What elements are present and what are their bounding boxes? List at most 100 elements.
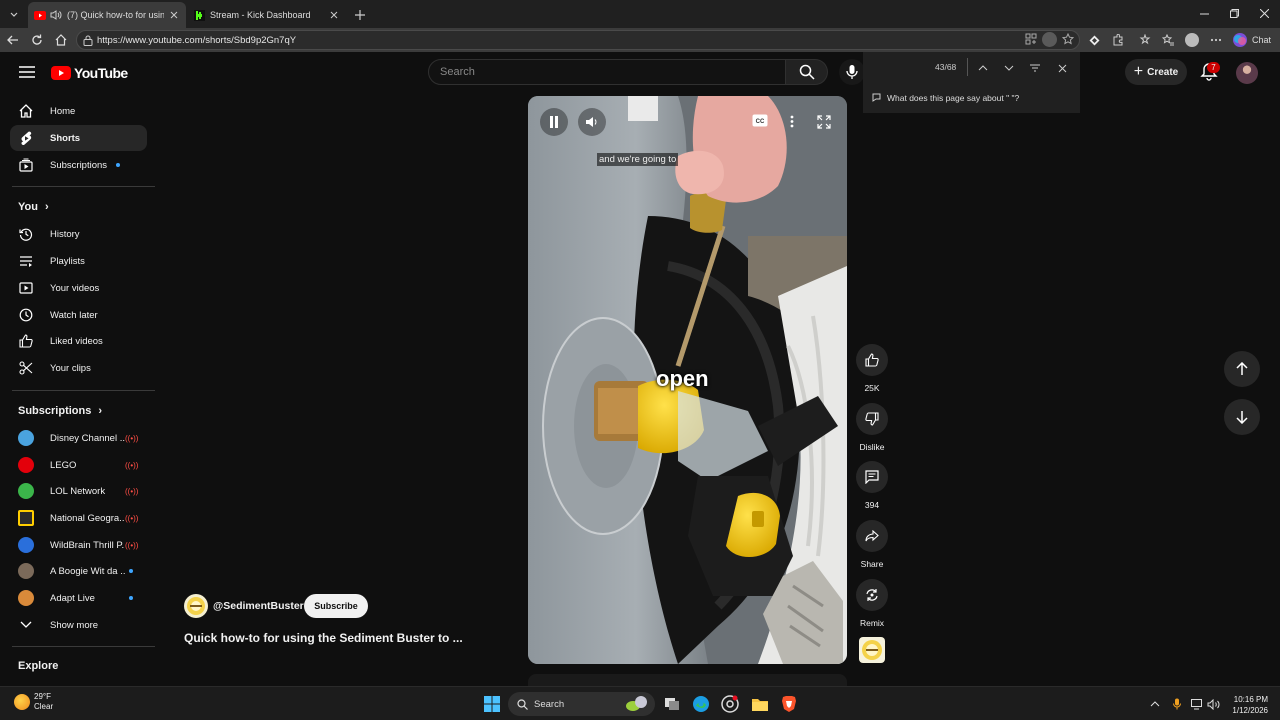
fullscreen-icon[interactable] <box>817 115 831 129</box>
new-tab-button[interactable] <box>350 2 370 28</box>
remix-button[interactable]: Remix <box>856 579 888 628</box>
find-options-icon[interactable] <box>1028 61 1042 75</box>
sidebar-item-home[interactable]: Home <box>10 98 147 124</box>
sidebar-item-watch-later[interactable]: Watch later <box>10 302 147 328</box>
pause-icon <box>550 116 558 128</box>
extension-diamond-icon[interactable] <box>1086 32 1102 48</box>
sidebar-item-your-clips[interactable]: Your clips <box>10 355 147 381</box>
subscription-channel[interactable]: A Boogie Wit da ... <box>10 558 147 584</box>
comment-icon <box>865 470 879 484</box>
sound-thumbnail[interactable] <box>859 637 885 663</box>
settings-more-icon[interactable] <box>1208 32 1224 48</box>
task-view-icon[interactable] <box>662 694 682 714</box>
subscription-channel[interactable]: LOL Network ((•)) <box>10 478 147 504</box>
find-next-icon[interactable] <box>1002 61 1016 75</box>
display-tray-icon[interactable] <box>1190 697 1204 711</box>
youtube-logo[interactable]: YouTube <box>51 65 128 81</box>
find-input[interactable] <box>867 56 923 80</box>
sidebar-item-label: Watch later <box>50 309 98 321</box>
live-icon: ((•)) <box>125 433 139 443</box>
subscription-channel[interactable]: Adapt Live <box>10 585 147 611</box>
more-options-icon[interactable] <box>790 115 794 128</box>
you-section-heading[interactable]: You › <box>18 201 49 213</box>
taskbar-clock[interactable]: 10:16 PM 1/12/2026 <box>1222 694 1268 716</box>
favorites-icon[interactable] <box>1160 32 1176 48</box>
guide-menu-icon[interactable] <box>18 64 36 80</box>
volume-tray-icon[interactable] <box>1206 697 1220 711</box>
taskbar-search-box[interactable]: Search <box>508 692 655 716</box>
address-bar[interactable]: https://www.youtube.com/shorts/Sbd9p2Gn7… <box>76 30 1080 50</box>
subscriptions-section-heading[interactable]: Subscriptions › <box>18 405 102 417</box>
minimize-window-icon[interactable] <box>1197 6 1211 20</box>
app-available-icon[interactable] <box>1025 33 1037 45</box>
subscription-channel[interactable]: National Geogra... ((•)) <box>10 505 147 531</box>
pause-button[interactable] <box>540 108 568 136</box>
comments-button[interactable]: 394 <box>856 461 888 510</box>
read-aloud-icon[interactable] <box>1042 32 1057 47</box>
channel-name: Disney Channel ... <box>50 432 125 444</box>
previous-short-button[interactable] <box>1224 351 1260 387</box>
site-info-icon[interactable] <box>83 35 93 46</box>
search-button[interactable] <box>786 59 828 85</box>
like-button[interactable]: 25K <box>856 344 888 393</box>
share-button[interactable]: Share <box>856 520 888 569</box>
subscribe-button[interactable]: Subscribe <box>304 594 368 618</box>
sidebar-item-shorts[interactable]: Shorts <box>10 125 147 151</box>
tab-actions-menu-button[interactable] <box>4 4 24 24</box>
comment-count: 394 <box>864 500 880 510</box>
short-video-player[interactable]: CC and we're going to open <box>528 96 847 664</box>
browser-essentials-icon[interactable] <box>1137 32 1153 48</box>
subscription-channel[interactable]: LEGO ((•)) <box>10 452 147 478</box>
edge-browser-icon[interactable] <box>691 694 711 714</box>
find-in-page-bar: 43/68 What does this page say about " "? <box>863 52 1080 113</box>
create-button[interactable]: + Create <box>1125 59 1187 85</box>
show-more-button[interactable]: Show more <box>10 612 147 638</box>
show-hidden-icons-icon[interactable] <box>1148 697 1162 711</box>
brave-browser-icon[interactable] <box>779 694 799 714</box>
close-tab-icon[interactable] <box>328 9 340 21</box>
channel-avatar[interactable] <box>184 594 208 618</box>
ask-copilot-suggestion[interactable]: What does this page say about " "? <box>871 92 1019 103</box>
audio-playing-icon[interactable] <box>50 10 62 20</box>
browser-tab-youtube[interactable]: (7) Quick how-to for using th <box>28 2 186 28</box>
sidebar-item-liked-videos[interactable]: Liked videos <box>10 328 147 354</box>
windows-start-icon[interactable] <box>482 694 502 714</box>
voice-search-button[interactable] <box>839 59 865 85</box>
subscription-channel[interactable]: Disney Channel ... ((•)) <box>10 425 147 451</box>
channel-name[interactable]: @SedimentBuster <box>213 600 304 612</box>
search-highlight-icon <box>626 696 647 711</box>
find-previous-icon[interactable] <box>976 61 990 75</box>
back-arrow-icon[interactable] <box>5 32 21 48</box>
close-window-icon[interactable] <box>1257 6 1271 20</box>
sidebar-item-playlists[interactable]: Playlists <box>10 248 147 274</box>
extensions-puzzle-icon[interactable] <box>1110 32 1126 48</box>
account-avatar[interactable] <box>1236 62 1258 84</box>
shorts-icon <box>18 130 34 146</box>
restore-window-icon[interactable] <box>1227 6 1241 20</box>
close-tab-icon[interactable] <box>168 9 180 21</box>
search-input[interactable]: Search <box>428 59 786 85</box>
chrome-browser-icon[interactable] <box>720 694 740 714</box>
clock-date: 1/12/2026 <box>1232 706 1268 715</box>
sidebar-item-subscriptions[interactable]: Subscriptions <box>10 152 147 178</box>
next-short-button[interactable] <box>1224 399 1260 435</box>
microphone-tray-icon[interactable] <box>1170 697 1184 711</box>
find-close-icon[interactable] <box>1055 61 1069 75</box>
favorite-star-icon[interactable] <box>1062 33 1074 45</box>
profile-avatar-icon[interactable] <box>1184 32 1200 48</box>
copilot-chat-button[interactable]: Chat <box>1232 31 1271 49</box>
refresh-icon[interactable] <box>29 32 45 48</box>
create-label: Create <box>1147 66 1179 78</box>
sidebar-item-your-videos[interactable]: Your videos <box>10 275 147 301</box>
file-explorer-icon[interactable] <box>750 694 770 714</box>
browser-tab-kick[interactable]: Stream - Kick Dashboard <box>188 2 346 28</box>
sidebar-item-history[interactable]: History <box>10 221 147 247</box>
dislike-button[interactable]: Dislike <box>856 403 888 452</box>
weather-widget[interactable]: 29°F Clear <box>14 692 53 712</box>
short-title[interactable]: Quick how-to for using the Sediment Bust… <box>184 631 463 645</box>
volume-button[interactable] <box>578 108 606 136</box>
closed-captions-icon[interactable]: CC <box>752 114 768 127</box>
subscription-channel[interactable]: WildBrain Thrill P... ((•)) <box>10 532 147 558</box>
home-icon[interactable] <box>53 32 69 48</box>
channel-avatar <box>18 510 34 526</box>
